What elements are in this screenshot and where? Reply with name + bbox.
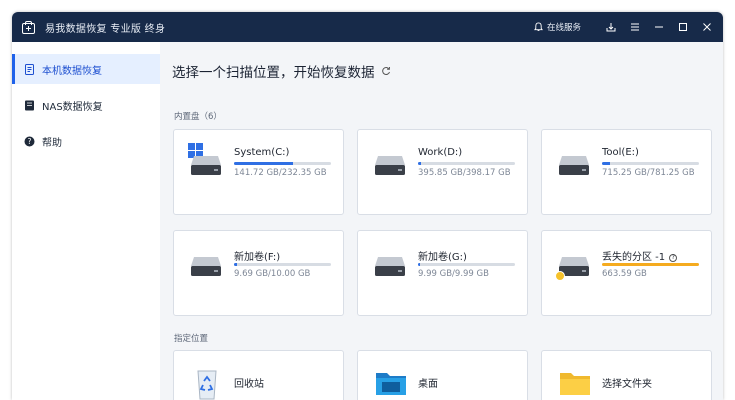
app-window: 易我数据恢复 专业版 终身 在线服务 本机数据恢复 NAS数据恢复 ? 帮助 选…	[12, 12, 723, 400]
folder-icon	[560, 373, 590, 395]
usage-bar	[602, 263, 699, 266]
drive-name-text: 丢失的分区 -1	[602, 252, 666, 263]
drive-card-f[interactable]: 新加卷(F:) 9.69 GB/10.00 GB	[173, 230, 344, 316]
title-bar: 易我数据恢复 专业版 终身 在线服务	[12, 12, 723, 42]
warning-badge-icon	[555, 271, 565, 281]
drive-card-lost-partition[interactable]: 丢失的分区 -1? 663.59 GB	[541, 230, 712, 316]
drive-name: 丢失的分区 -1?	[602, 248, 678, 263]
drive-size: 9.69 GB/10.00 GB	[234, 269, 311, 279]
drive-card-c[interactable]: System(C:) 141.72 GB/232.35 GB	[173, 129, 344, 215]
drive-name: System(C:)	[234, 147, 290, 158]
question-icon[interactable]: ?	[669, 254, 678, 262]
sidebar: 本机数据恢复 NAS数据恢复 ? 帮助	[12, 42, 160, 400]
usage-bar	[418, 162, 515, 165]
drive-size: 663.59 GB	[602, 269, 647, 279]
hard-drive-icon	[191, 257, 221, 276]
close-button[interactable]	[695, 12, 719, 42]
feedback-button[interactable]	[599, 12, 623, 42]
usage-bar	[234, 162, 331, 165]
drive-name: Work(D:)	[418, 147, 463, 158]
sidebar-item-label: 本机数据恢复	[42, 65, 102, 77]
drive-name: Tool(E:)	[602, 147, 639, 158]
drive-card-d[interactable]: Work(D:) 395.85 GB/398.17 GB	[357, 129, 528, 215]
hard-drive-icon	[375, 156, 405, 175]
drive-size: 395.85 GB/398.17 GB	[418, 168, 511, 178]
sidebar-item-help[interactable]: ? 帮助	[12, 126, 160, 156]
help-icon: ?	[24, 136, 35, 146]
hard-drive-icon	[559, 156, 589, 175]
drive-name: 新加卷(G:)	[418, 252, 467, 263]
online-service-label: 在线服务	[546, 23, 581, 33]
desktop-folder-icon	[376, 373, 406, 395]
sidebar-item-label: 帮助	[42, 137, 62, 149]
location-name: 桌面	[418, 379, 438, 390]
bell-icon	[534, 22, 543, 32]
location-card-choose-folder[interactable]: 选择文件夹	[541, 350, 712, 400]
usage-bar	[418, 263, 515, 266]
drive-size: 141.72 GB/232.35 GB	[234, 168, 327, 178]
menu-button[interactable]	[623, 12, 647, 42]
usage-bar	[234, 263, 331, 266]
online-service-button[interactable]: 在线服务	[534, 21, 581, 33]
drive-card-g[interactable]: 新加卷(G:) 9.99 GB/9.99 GB	[357, 230, 528, 316]
hard-drive-icon	[375, 257, 405, 276]
drive-name: 新加卷(F:)	[234, 252, 281, 263]
main-content: 选择一个扫描位置，开始恢复数据 内置盘（6） System(C:) 141.72…	[172, 42, 723, 400]
minimize-icon	[655, 26, 663, 28]
usage-bar	[602, 162, 699, 165]
maximize-icon	[679, 23, 687, 31]
hard-drive-icon	[191, 156, 221, 175]
internal-drives-label: 内置盘（6）	[174, 112, 222, 122]
sidebar-item-label: NAS数据恢复	[42, 101, 103, 113]
export-icon	[606, 23, 616, 32]
nas-icon	[25, 100, 34, 110]
drive-card-e[interactable]: Tool(E:) 715.25 GB/781.25 GB	[541, 129, 712, 215]
location-name: 回收站	[234, 379, 264, 390]
sidebar-item-nas-recovery[interactable]: NAS数据恢复	[12, 90, 160, 120]
maximize-button[interactable]	[671, 12, 695, 42]
location-card-recycle-bin[interactable]: 回收站	[173, 350, 344, 400]
document-icon	[25, 63, 34, 75]
drive-size: 9.99 GB/9.99 GB	[418, 269, 489, 279]
location-name: 选择文件夹	[602, 379, 652, 390]
page-title-text: 选择一个扫描位置，开始恢复数据	[172, 65, 375, 81]
close-icon	[703, 23, 711, 31]
svg-text:?: ?	[28, 137, 32, 146]
recycle-bin-icon	[197, 370, 217, 400]
refresh-icon[interactable]	[381, 66, 391, 76]
drive-size: 715.25 GB/781.25 GB	[602, 168, 695, 178]
specified-location-label: 指定位置	[174, 334, 209, 344]
minimize-button[interactable]	[647, 12, 671, 42]
hamburger-menu-icon	[631, 23, 639, 31]
page-title: 选择一个扫描位置，开始恢复数据	[172, 61, 391, 81]
sidebar-item-local-recovery[interactable]: 本机数据恢复	[12, 54, 160, 84]
app-logo-icon	[22, 20, 36, 34]
location-card-desktop[interactable]: 桌面	[357, 350, 528, 400]
app-title: 易我数据恢复 专业版 终身	[45, 23, 166, 35]
